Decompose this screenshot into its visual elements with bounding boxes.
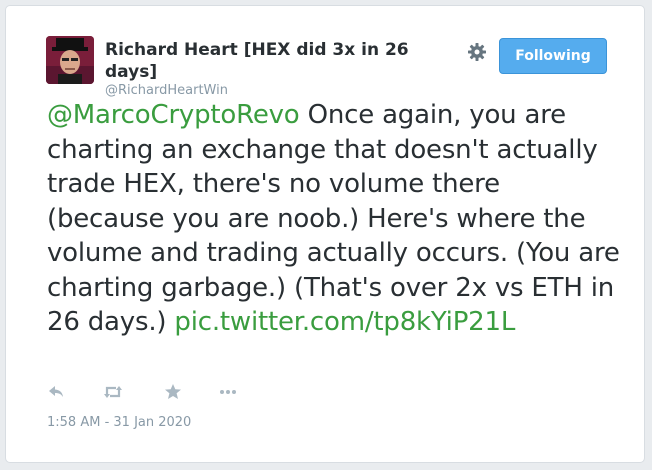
tweet-text: @MarcoCryptoRevo Once again, you are cha… [47,98,622,340]
tweet-card: Richard Heart [HEX did 3x in 26 days] @R… [5,5,645,463]
gear-icon[interactable] [467,42,487,62]
favorite-icon[interactable] [163,382,183,402]
reply-icon[interactable] [46,382,66,402]
following-button[interactable]: Following [499,38,607,74]
display-name[interactable]: Richard Heart [HEX did 3x in 26 days] [105,39,445,83]
tweet-body: Once again, you are charting an exchange… [47,100,620,337]
timestamp[interactable]: 1:58 AM - 31 Jan 2020 [47,415,191,431]
user-handle[interactable]: @RichardHeartWin [105,83,228,99]
media-link[interactable]: pic.twitter.com/tp8kYiP21L [174,307,515,337]
retweet-icon[interactable] [103,382,123,402]
mention-link[interactable]: @MarcoCryptoRevo [47,100,300,130]
avatar-image [46,36,94,84]
more-icon[interactable] [218,382,238,402]
avatar[interactable] [46,36,94,84]
